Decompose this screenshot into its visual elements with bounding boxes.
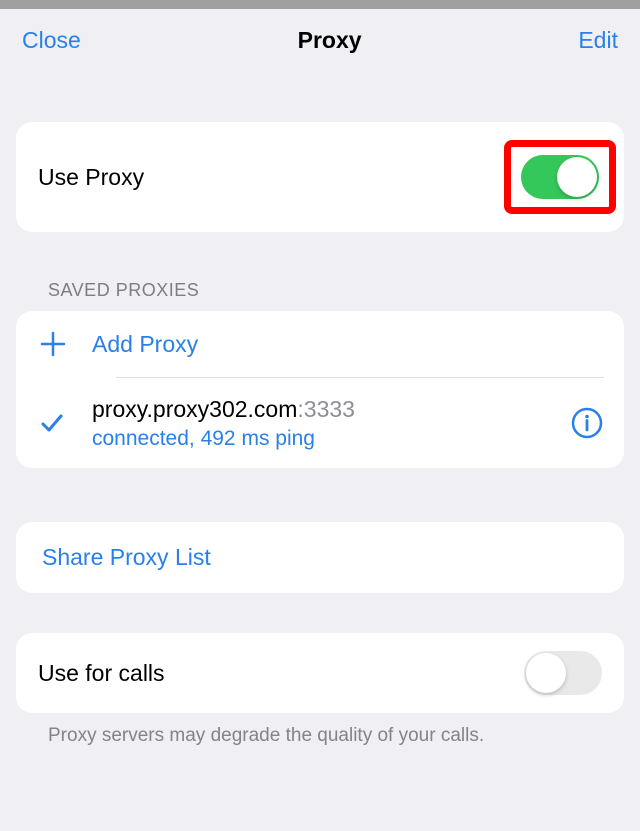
proxy-info: proxy.proxy302.com:3333 connected, 492 m… [92, 396, 560, 451]
proxy-host: proxy.proxy302.com:3333 [92, 396, 560, 423]
share-group: Share Proxy List [16, 522, 624, 593]
use-for-calls-label: Use for calls [38, 660, 524, 687]
modal-top-shadow [0, 0, 640, 9]
page-title: Proxy [298, 27, 362, 54]
use-proxy-row: Use Proxy [16, 122, 624, 232]
toggle-knob [557, 157, 597, 197]
use-proxy-toggle[interactable] [521, 155, 599, 199]
use-for-calls-row: Use for calls [16, 633, 624, 713]
plus-icon [38, 329, 92, 359]
highlight-box [504, 140, 616, 214]
proxy-port: :3333 [297, 396, 355, 422]
add-proxy-label: Add Proxy [92, 331, 198, 358]
calls-footer-text: Proxy servers may degrade the quality of… [0, 713, 640, 747]
add-proxy-row[interactable]: Add Proxy [16, 311, 624, 377]
saved-proxies-group: Add Proxy proxy.proxy302.com:3333 connec… [16, 311, 624, 468]
use-proxy-label: Use Proxy [38, 164, 504, 191]
check-icon [38, 409, 92, 437]
use-for-calls-group: Use for calls [16, 633, 624, 713]
use-proxy-group: Use Proxy [16, 122, 624, 232]
close-button[interactable]: Close [22, 27, 81, 54]
use-for-calls-toggle[interactable] [524, 651, 602, 695]
header: Close Proxy Edit [0, 9, 640, 72]
saved-proxies-header: SAVED PROXIES [0, 280, 640, 311]
toggle-knob [526, 653, 566, 693]
share-proxy-list-row[interactable]: Share Proxy List [16, 522, 624, 593]
share-proxy-list-label: Share Proxy List [42, 544, 598, 571]
proxy-status: connected, 492 ms ping [92, 427, 560, 451]
edit-button[interactable]: Edit [578, 27, 618, 54]
proxy-row[interactable]: proxy.proxy302.com:3333 connected, 492 m… [16, 378, 624, 468]
info-icon[interactable] [560, 406, 604, 440]
